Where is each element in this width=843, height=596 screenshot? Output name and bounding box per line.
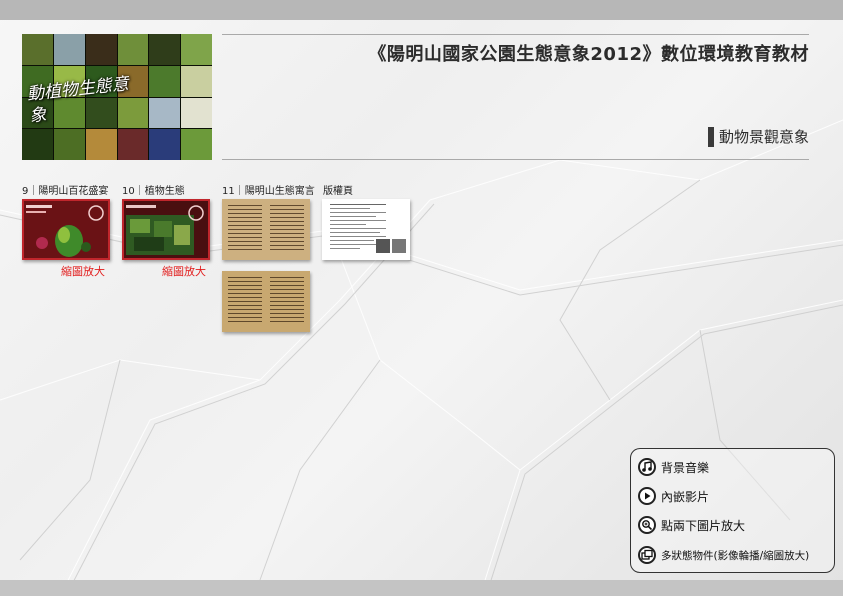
- thumbnail-10-art: [124, 201, 208, 258]
- top-bar: [0, 0, 843, 20]
- item-label-10[interactable]: 10｜植物生態: [122, 182, 185, 197]
- thumbnail-copyright-page[interactable]: [322, 199, 410, 260]
- legend-label-zoom: 點兩下圖片放大: [661, 518, 746, 533]
- page-text-right: [270, 277, 304, 325]
- thumbnail-9-art: [24, 201, 108, 258]
- section-marker: [707, 126, 714, 147]
- page-text-left: [228, 277, 262, 325]
- legend-item-multistate: 多狀態物件(影像輪播/縮圖放大): [638, 546, 809, 564]
- legend-label-video: 內嵌影片: [661, 489, 710, 504]
- legend-item-music: 背景音樂: [638, 458, 709, 476]
- header-top-rule: [222, 34, 809, 35]
- page-text-left: [228, 205, 262, 253]
- cover-image: 動植物生態意象: [22, 34, 212, 160]
- page-text-right: [270, 205, 304, 253]
- legend-label-music: 背景音樂: [661, 460, 710, 475]
- legend-item-video: 內嵌影片: [638, 487, 709, 505]
- magnifier-icon: [638, 516, 656, 534]
- section-heading: 動物景觀意象: [707, 126, 809, 147]
- item-label-9[interactable]: 9｜陽明山百花盛宴: [22, 182, 108, 197]
- thumbnail-item-11-page-2[interactable]: [222, 271, 310, 332]
- zoom-thumbnail-link-9[interactable]: 縮圖放大: [61, 263, 105, 279]
- play-icon: [638, 487, 656, 505]
- legend-panel: 背景音樂 內嵌影片 點兩下圖片放大 多狀態物件(影像輪播/縮圖放大): [630, 448, 835, 573]
- header-bottom-rule: [222, 159, 809, 160]
- zoom-thumbnail-link-10[interactable]: 縮圖放大: [162, 263, 206, 279]
- multi-window-icon: [638, 546, 656, 564]
- thumbnail-item-10[interactable]: [122, 199, 210, 260]
- qr-code-1: [376, 239, 390, 253]
- legend-item-zoom: 點兩下圖片放大: [638, 516, 745, 534]
- item-label-copyright[interactable]: 版權頁: [323, 182, 353, 197]
- item-label-11[interactable]: 11｜陽明山生態寓言: [222, 182, 315, 197]
- bottom-bar: [0, 580, 843, 596]
- section-title-text: 動物景觀意象: [718, 128, 809, 146]
- qr-code-2: [392, 239, 406, 253]
- legend-label-multistate: 多狀態物件(影像輪播/縮圖放大): [661, 549, 810, 562]
- music-note-icon: [638, 458, 656, 476]
- thumbnail-item-11-page-1[interactable]: [222, 199, 310, 260]
- thumbnail-item-9[interactable]: [22, 199, 110, 260]
- page-title: 《陽明山國家公園生態意象2012》數位環境教育教材: [368, 44, 809, 65]
